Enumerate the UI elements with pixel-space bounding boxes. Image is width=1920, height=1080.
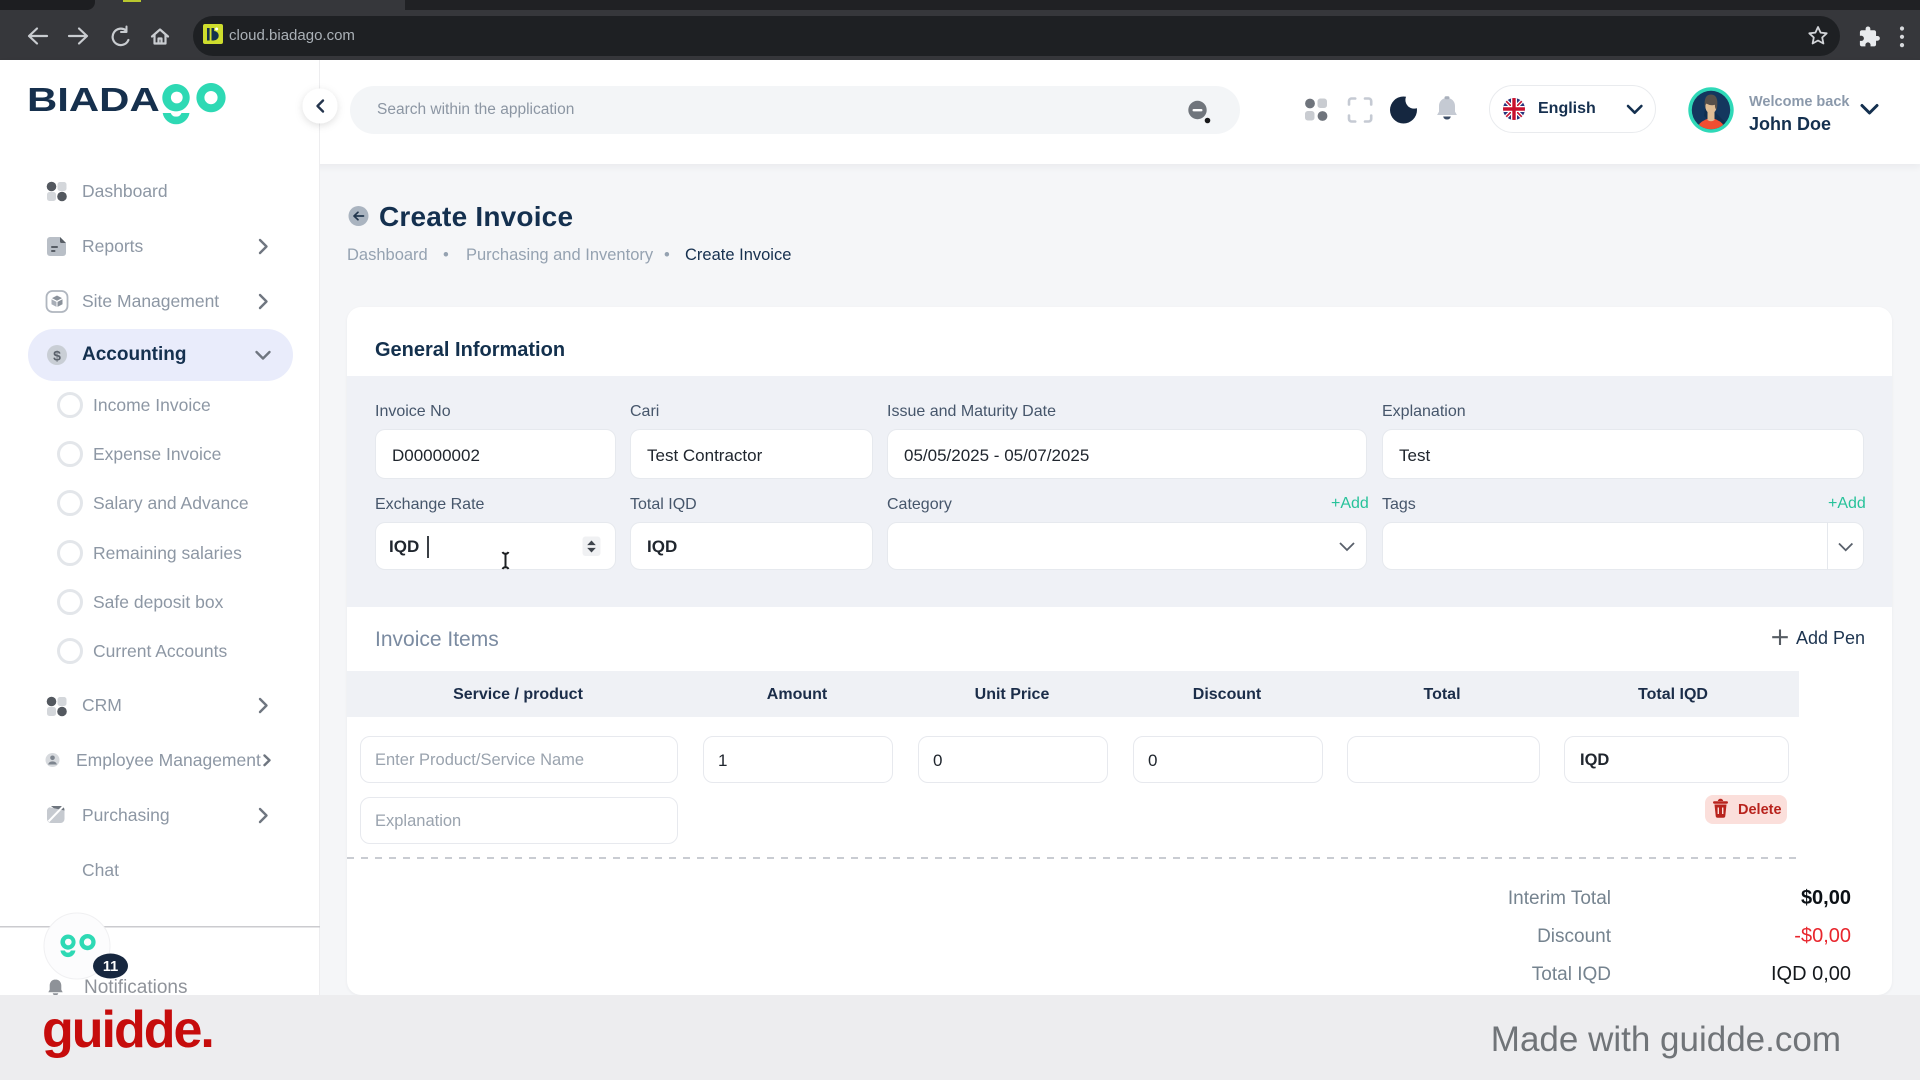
svg-text:11: 11	[103, 959, 118, 975]
